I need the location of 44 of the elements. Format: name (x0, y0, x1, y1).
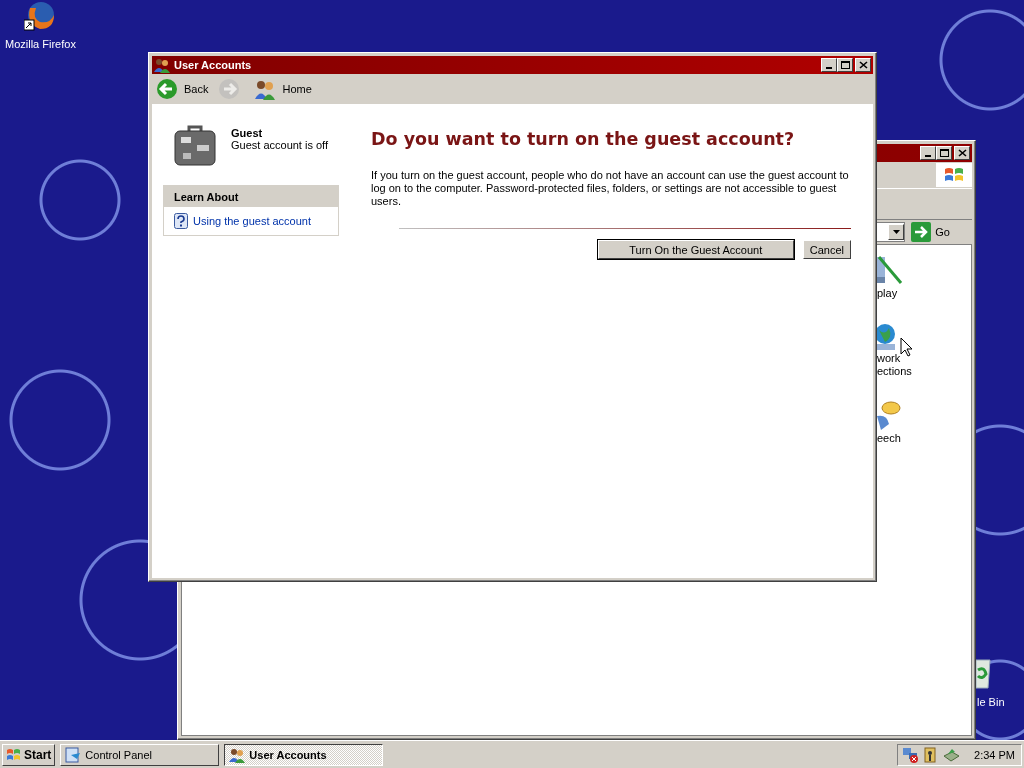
description-text: If you turn on the guest account, people who do not have an account can use the guest account to log on to the computer. Password-protected files, folders, or settings are not accessible to guest users. (371, 169, 850, 208)
window-title: User Accounts (174, 59, 253, 71)
dropdown-button[interactable] (888, 224, 905, 240)
caret-icon (892, 230, 900, 234)
panel-heading: Learn About (164, 186, 338, 207)
turn-on-button[interactable]: Turn On the Guest Account (597, 240, 794, 259)
close-icon (858, 61, 868, 69)
suitcase-icon (173, 125, 217, 167)
minimize-button[interactable] (821, 58, 837, 72)
start-button[interactable]: Start (2, 743, 56, 766)
item-label[interactable]: eech (877, 432, 901, 445)
close-icon (957, 149, 967, 157)
taskbar-button[interactable]: User Accounts (224, 743, 384, 766)
help-link[interactable]: Using the guest account (174, 213, 328, 229)
firefox-icon[interactable] (24, 0, 57, 32)
windows-logo-icon (944, 166, 964, 184)
taskbar-button[interactable]: Control Panel (60, 743, 220, 766)
recycle-bin-icon[interactable] (976, 656, 992, 690)
speech-bubble-icon[interactable] (877, 400, 901, 432)
back-button[interactable]: Back (156, 78, 209, 100)
maximize-button[interactable] (837, 58, 853, 72)
users-icon (154, 57, 170, 73)
icon-label[interactable]: Mozilla Firefox (4, 38, 77, 50)
users-icon (229, 746, 246, 763)
cursor-icon (900, 337, 913, 357)
arrow-icon (911, 222, 932, 242)
control-panel-icon (65, 746, 82, 763)
dialog-heading: Do you want to turn on the guest account? (371, 129, 796, 149)
cancel-button[interactable]: Cancel (802, 240, 851, 259)
help-icon (174, 213, 188, 229)
item-label[interactable]: play (877, 287, 898, 300)
network-error-icon (902, 745, 921, 764)
users-icon (254, 78, 277, 100)
account-name: Guest (231, 127, 264, 139)
home-button[interactable]: Home (254, 78, 312, 100)
close-button[interactable] (855, 58, 871, 72)
icon-label[interactable]: le Bin (976, 696, 1006, 708)
address-field[interactable] (875, 222, 906, 242)
windows-logo-icon (6, 747, 22, 762)
maximize-icon (939, 149, 949, 157)
item-label[interactable]: work ections (877, 352, 912, 378)
clock: 2:34 PM (974, 748, 1015, 761)
maximize-icon (840, 61, 850, 69)
account-status: Guest account is off (231, 139, 329, 151)
